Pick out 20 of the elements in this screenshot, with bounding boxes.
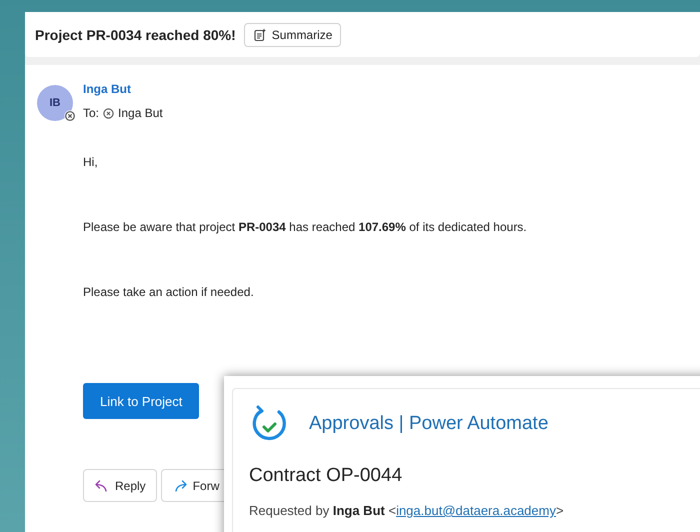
bracket-text: <: [387, 503, 396, 518]
request-title: Contract OP-0044: [249, 465, 404, 487]
status-icon: [103, 108, 114, 118]
email-subject: Project PR-0034 reached 80%!: [35, 26, 236, 42]
avatar: IB: [37, 85, 73, 121]
link-button[interactable]: Link to Project: [83, 383, 200, 419]
status-icon: [64, 110, 76, 122]
notes-icon: [252, 28, 267, 42]
body-paragraph: Please take an action if needed.: [83, 285, 255, 300]
body-paragraph: Hi,: [83, 155, 99, 170]
app-title: Approvals | Power Automate: [309, 413, 548, 435]
sender-name[interactable]: Inga But: [83, 82, 163, 96]
body-paragraph: Please be aware that project PR-0034 has reached 107.69% of its dedicated hours.: [83, 220, 528, 235]
email-link[interactable]: inga.but@dataera.academy: [396, 503, 556, 518]
reply-button[interactable]: Reply: [83, 469, 157, 502]
requester-line: Requested by Inga But <inga.but@dataera.academy>: [249, 503, 565, 518]
bracket-text: >: [556, 503, 564, 518]
recipient-name[interactable]: Inga But: [118, 106, 163, 120]
summarize-button[interactable]: Summarize: [244, 22, 342, 46]
to-label: To:: [83, 106, 100, 120]
